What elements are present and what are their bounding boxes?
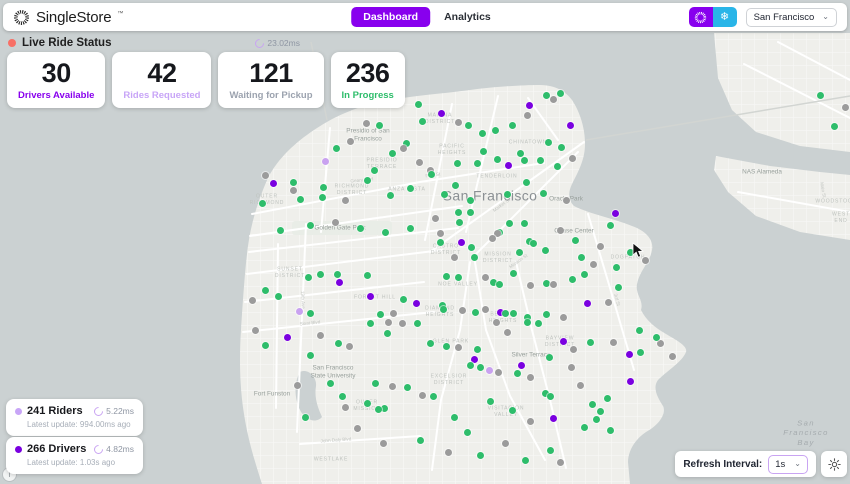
refresh-interval-select[interactable]: 1s ⌄ [768,454,808,474]
stat-drivers-available: 30 Drivers Available [7,52,106,109]
riders-dot [15,407,22,415]
snowflake-icon: ❄ [719,10,730,23]
latency-value: 23.02ms [267,38,300,48]
timer-icon [253,36,267,50]
stat-rides-requested: 42 Rides Requested [112,52,212,109]
brand-trademark: ™ [117,10,124,17]
stat-in-progress: 236 In Progress [330,52,405,109]
drivers-latency-chip: 4.82ms [92,442,134,456]
city-select-value: San Francisco [753,11,815,23]
sun-icon [827,457,841,471]
drivers-count: 266 Drivers [27,443,87,455]
drivers-updated: Latest update: 1.03s ago [27,458,116,467]
riders-latency-chip: 5.22ms [92,404,134,418]
singlestore-logo-icon [14,9,29,25]
singlestore-icon [694,11,707,23]
timer-icon [92,442,105,456]
timer-icon [92,404,105,418]
status-row: Live Ride Status 23.02ms [8,36,300,50]
nav-tabs: Dashboard Analytics [351,7,499,27]
riders-card: 241 Riders 5.22ms Latest update: 994.00m… [6,399,143,436]
stat-value: 236 [345,58,390,88]
stats-row: 30 Drivers Available 42 Rides Requested … [7,52,405,109]
stat-label: In Progress [341,90,394,102]
drivers-card: 266 Drivers 4.82ms Latest update: 1.03s … [6,437,143,474]
brand-logo: SingleStore ™ [13,9,123,26]
live-status-dot [8,39,16,47]
city-select[interactable]: San Francisco ⌄ [745,7,837,27]
stat-waiting-for-pickup: 121 Waiting for Pickup [218,52,324,109]
stat-label: Drivers Available [18,90,95,102]
chevron-down-icon: ⌄ [794,459,801,468]
db-toggle-group: ❄ [688,7,737,27]
riders-card-header: 241 Riders 5.22ms [15,404,134,418]
brand-name: SingleStore [36,8,112,26]
riders-count: 241 Riders [27,405,83,417]
stat-label: Waiting for Pickup [229,90,313,102]
stat-value: 121 [249,58,293,88]
stat-value: 30 [41,58,72,88]
refresh-interval-card: Refresh Interval: 1s ⌄ [675,451,816,477]
toggle-snowflake[interactable]: ❄ [712,7,737,27]
stat-label: Rides Requested [123,90,201,102]
riders-latency: 5.22ms [106,406,134,416]
refresh-interval-label: Refresh Interval: [683,458,763,470]
tab-analytics[interactable]: Analytics [436,7,499,27]
light-mode-button[interactable] [821,451,847,477]
riders-updated: Latest update: 994.00ms ago [27,420,131,429]
query-latency-chip: 23.02ms [253,36,300,50]
chevron-down-icon: ⌄ [822,12,829,21]
toggle-singlestore[interactable] [688,7,713,27]
header-right: ❄ San Francisco ⌄ [688,7,837,27]
tab-dashboard[interactable]: Dashboard [351,7,431,27]
stat-value: 42 [147,58,177,88]
drivers-dot [15,445,22,453]
drivers-latency: 4.82ms [106,444,134,454]
drivers-card-header: 266 Drivers 4.82ms [15,442,134,456]
header: SingleStore ™ Dashboard Analytics ❄ San … [3,3,847,31]
refresh-interval-value: 1s [775,458,786,470]
page-title: Live Ride Status [22,37,112,49]
